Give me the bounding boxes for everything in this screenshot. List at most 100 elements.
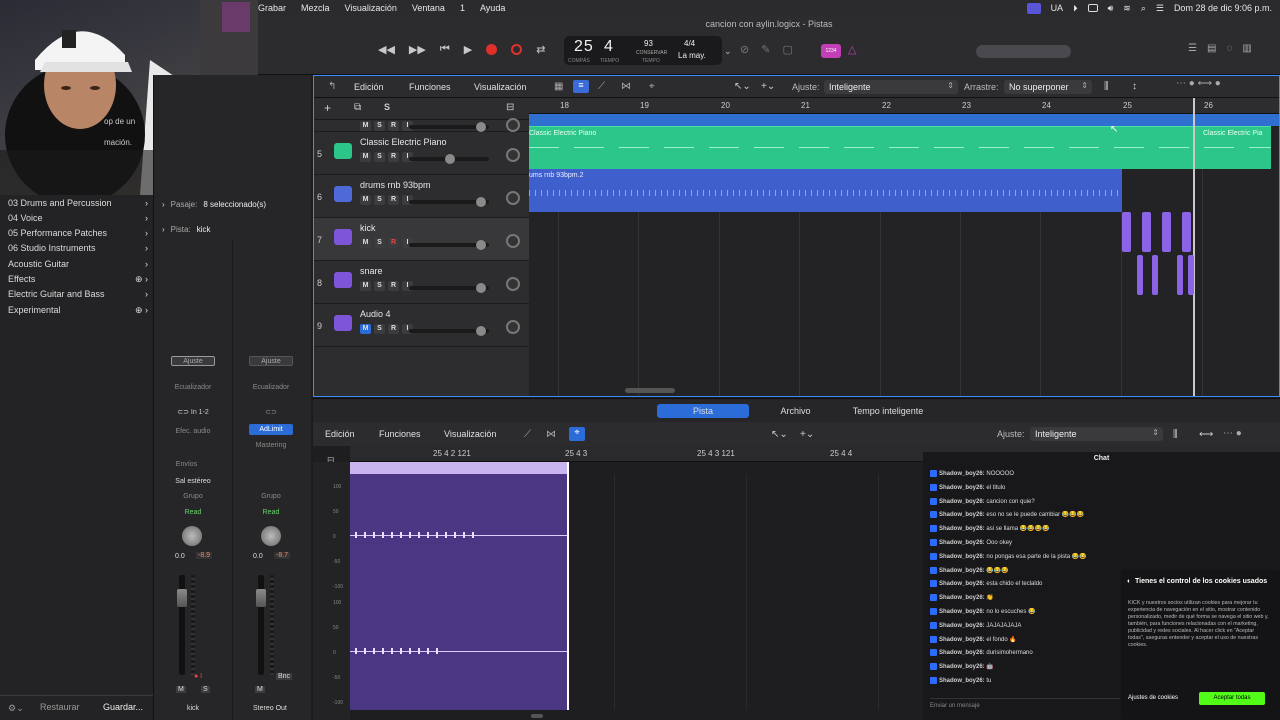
chat-username[interactable]: Shadow_boy26: [939,499,985,505]
chat-username[interactable]: Shadow_boy26: [939,664,985,670]
pointer-tool-icon[interactable]: ↖⌄ [771,429,788,440]
snap-select[interactable]: Inteligente ⇕ [1030,427,1163,441]
duplicate-track-icon[interactable]: ⧉ [354,102,361,113]
mute-button[interactable]: M [360,152,371,162]
gear-icon[interactable]: ⚙︎⌄ [8,703,24,714]
track-name[interactable]: Audio 4 [360,309,391,319]
track-volume-slider[interactable] [409,154,489,164]
edit-menu[interactable]: Edición [325,429,355,439]
cookie-accept-button[interactable]: Aceptar todas [1199,692,1265,705]
secondary-tool-icon[interactable]: +⌄ [761,81,775,92]
track-volume-slider[interactable] [409,240,489,250]
library-item[interactable]: Electric Guitar and Bass › [8,289,148,299]
pointer-tool-icon[interactable]: ↖⌄ [734,81,751,92]
screen-share-icon[interactable] [1026,2,1041,14]
global-solo-icon[interactable]: S [384,102,390,112]
pan-knob[interactable] [506,191,520,205]
group-slot[interactable]: Grupo [164,493,222,500]
record-button[interactable]: R [388,195,399,205]
cookie-settings-button[interactable]: Ajustes de cookies [1128,695,1178,701]
kick-region[interactable] [1122,212,1131,252]
ruler[interactable]: 18 19 20 21 22 23 24 25 26 [529,98,1279,114]
group-slot[interactable]: Grupo [242,493,300,500]
zoom-slider[interactable]: ⋯ ● [1223,428,1242,439]
list-editors-icon[interactable]: ☰ [1188,43,1197,54]
tab-pista[interactable]: Pista [657,404,749,418]
pan-knob[interactable] [506,234,520,248]
library-item[interactable]: Acoustic Guitar › [8,259,148,269]
track-name[interactable]: Classic Electric Piano [360,137,447,147]
capture-record-icon[interactable] [511,44,523,55]
editor-region-header[interactable] [350,462,568,474]
chat-username[interactable]: Shadow_boy26: [939,637,985,643]
solo-button[interactable]: S [374,195,385,205]
flex-icon[interactable]: ⋈ [621,81,631,92]
track-inspector-header[interactable]: › Pista: kick [162,225,210,234]
zoom-icon[interactable]: ⌖ [649,81,655,92]
horizontal-zoom-icon[interactable]: ⟷ [1199,429,1213,440]
kick-region[interactable] [1182,212,1191,252]
track-header-row[interactable]: 6 drums rnb 93bpm M S R I [314,175,529,218]
chat-username[interactable]: Shadow_boy26: [939,512,985,518]
rewind-icon[interactable]: ◀◀ [378,43,395,56]
chat-username[interactable]: Shadow_boy26: [939,526,985,532]
lcd-display[interactable]: 25 4 93 CONSERVAR 4/4 La may. COMPÁS TIE… [564,36,722,65]
track-name[interactable]: kick [360,223,376,233]
library-item[interactable]: 05 Performance Patches › [8,228,148,238]
snap-select[interactable]: Inteligente ⇕ [824,80,958,94]
pan-knob[interactable] [506,118,520,132]
mute-button[interactable]: M [360,238,371,248]
chat-username[interactable]: Shadow_boy26: [939,581,985,587]
link-icon[interactable]: ⊂⊃ [242,408,300,416]
drag-select[interactable]: No superponer ⇕ [1004,80,1092,94]
mute-button[interactable]: M [360,281,371,291]
volume-knob[interactable] [476,326,486,336]
input-language[interactable]: UA [1051,3,1064,13]
solo-button[interactable]: S [374,324,385,334]
tuner-icon[interactable]: ✎ [761,43,770,56]
mute-button[interactable]: M [255,686,265,693]
setting-button[interactable]: Ajuste [171,356,215,366]
zoom-catch-icon[interactable]: ⌖ [569,427,585,441]
editor-playhead[interactable] [567,462,569,710]
menu-1[interactable]: 1 [460,3,465,13]
record-button[interactable]: R [388,238,399,248]
eq-slot[interactable]: Ecualizador [164,384,222,391]
pan-knob[interactable] [261,526,281,546]
editor-audio-region[interactable] [350,462,568,710]
solo-icon[interactable]: ▢ [782,43,792,56]
snare-region[interactable] [1137,255,1143,295]
cycle-icon[interactable]: ⇄ [536,43,545,56]
eq-slot[interactable]: Ecualizador [242,384,300,391]
kick-region[interactable] [1162,212,1171,252]
mute-button[interactable]: M [360,195,371,205]
forward-icon[interactable]: ▶▶ [409,43,426,56]
search-icon[interactable]: ⌕ [1141,3,1146,14]
track-row-partial[interactable]: MSRI [314,118,529,132]
region-top-partial[interactable] [529,114,1279,126]
battery-icon[interactable] [1087,4,1098,12]
mute-button[interactable]: M [176,686,186,693]
waveform-zoom-icon[interactable]: ⫼ [1104,81,1109,92]
library-item[interactable]: Experimental ⊕ › [8,305,148,316]
horizontal-scrollbar[interactable] [625,388,675,393]
flex-icon[interactable]: ⋈ [546,429,556,440]
volume-knob[interactable] [476,122,486,132]
chat-input[interactable]: Enviar un mensaje [930,698,1120,712]
edit-menu[interactable]: Edición [354,82,384,92]
record-button[interactable]: R [388,121,399,131]
solo-button[interactable]: S [374,281,385,291]
chat-username[interactable]: Shadow_boy26: [939,485,985,491]
count-in-icon[interactable]: 1234 [821,44,841,58]
track-name[interactable]: drums rnb 93bpm [360,180,431,190]
view-menu[interactable]: Visualización [444,429,496,439]
back-arrow-icon[interactable]: ↰ [328,81,336,92]
track-header-row[interactable]: 9 Audio 4 MSRI [314,304,529,347]
automation-mode[interactable]: Read [164,509,222,516]
chat-username[interactable]: Shadow_boy26: [939,609,985,615]
functions-menu[interactable]: Funciones [379,429,421,439]
volume-knob[interactable] [476,240,486,250]
restore-button[interactable]: Restaurar [40,702,80,712]
chat-username[interactable]: Shadow_boy26: [939,540,985,546]
track-volume-slider[interactable] [409,283,489,293]
